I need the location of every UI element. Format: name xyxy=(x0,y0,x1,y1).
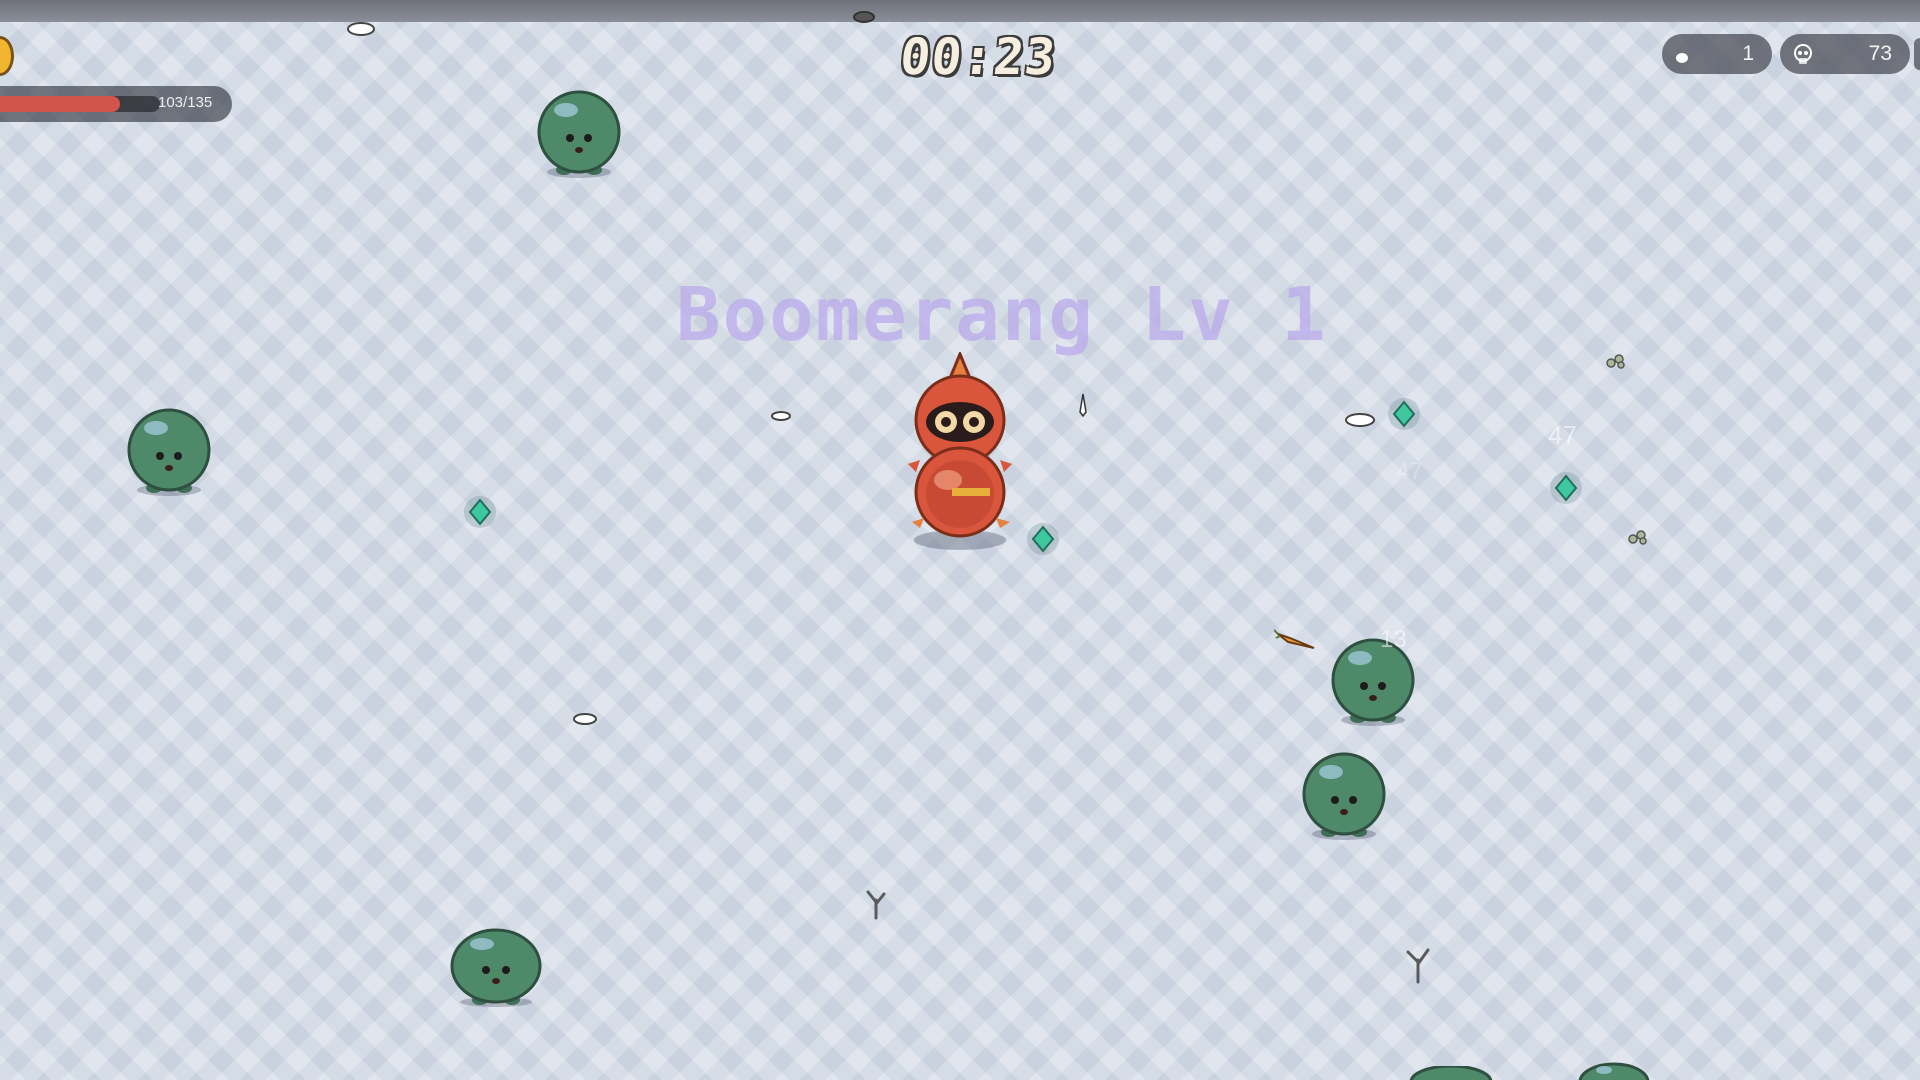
exp-gem xyxy=(1550,472,1582,504)
slime-enemy xyxy=(1578,1062,1650,1080)
top-border xyxy=(0,0,1920,22)
rock-decoration xyxy=(853,11,875,23)
egg-icon xyxy=(1676,53,1688,63)
damage-number: 47 xyxy=(1396,458,1423,485)
kill-counter: 73 xyxy=(1780,34,1910,74)
survival-timer: 00:23 xyxy=(897,28,1059,86)
damage-number: 47 xyxy=(1548,420,1577,450)
coin-icon xyxy=(0,36,14,76)
health-bar: 103/135 xyxy=(0,86,232,122)
pebble-cluster xyxy=(1606,354,1625,369)
knife-projectile xyxy=(1079,393,1087,418)
slime-enemy xyxy=(537,90,621,178)
skull-icon xyxy=(1794,44,1812,64)
extra-counter-edge xyxy=(1914,38,1920,70)
level-counter-value: 1 xyxy=(1742,42,1754,65)
carrot-pickup xyxy=(1274,629,1315,649)
slime-enemy xyxy=(1409,1066,1493,1080)
kill-counter-value: 73 xyxy=(1868,42,1892,65)
health-bar-fill xyxy=(0,96,120,112)
rock-decoration xyxy=(1345,413,1375,427)
level-counter: 1 xyxy=(1662,34,1772,74)
slime-enemy xyxy=(1302,752,1386,840)
pebble-cluster xyxy=(1628,530,1647,545)
twig-decoration xyxy=(866,890,886,920)
rock-decoration xyxy=(573,713,597,725)
rock-decoration xyxy=(347,22,375,36)
player-character xyxy=(908,352,1012,550)
rock-decoration xyxy=(771,411,791,421)
weapon-levelup-banner: Boomerang Lv 1 xyxy=(676,272,1328,358)
exp-gem xyxy=(464,496,496,528)
exp-gem xyxy=(1388,398,1420,430)
twig-decoration xyxy=(1406,948,1430,984)
slime-enemy xyxy=(450,928,542,1007)
exp-gem xyxy=(1027,523,1059,555)
slime-enemy xyxy=(127,408,211,496)
health-text: 103/135 xyxy=(158,94,213,111)
damage-number: 13 xyxy=(1380,626,1407,653)
